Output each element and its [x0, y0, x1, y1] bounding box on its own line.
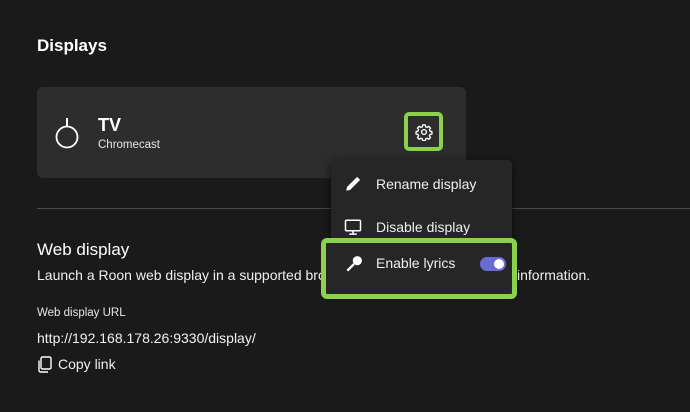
toggle-knob [494, 259, 504, 269]
menu-item-label: Enable lyrics [376, 255, 456, 271]
menu-item-label: Disable display [376, 219, 471, 235]
display-settings-button[interactable] [404, 112, 443, 151]
chromecast-device-icon [55, 118, 79, 149]
lyrics-toggle[interactable] [480, 257, 506, 271]
gear-icon [414, 123, 433, 141]
pencil-icon [346, 176, 361, 191]
web-display-description-end: information. [517, 267, 591, 283]
web-display-title: Web display [37, 240, 130, 259]
copy-link-button[interactable]: Copy link [37, 354, 116, 374]
copy-link-label: Copy link [58, 356, 116, 372]
web-display-description: Launch a Roon web display in a supported… [37, 267, 326, 283]
web-display-url: http://192.168.178.26:9330/display/ [37, 330, 256, 346]
section-title: Displays [37, 36, 107, 55]
device-type: Chromecast [98, 139, 160, 151]
menu-item-rename-display[interactable]: Rename display [331, 164, 512, 204]
menu-item-enable-lyrics[interactable]: Enable lyrics [321, 238, 517, 299]
copy-icon [38, 355, 52, 373]
microphone-icon [346, 256, 362, 272]
menu-item-label: Rename display [376, 176, 477, 192]
device-name: TV [98, 115, 122, 135]
web-display-url-label: Web display URL [37, 307, 126, 319]
monitor-icon [344, 219, 362, 235]
